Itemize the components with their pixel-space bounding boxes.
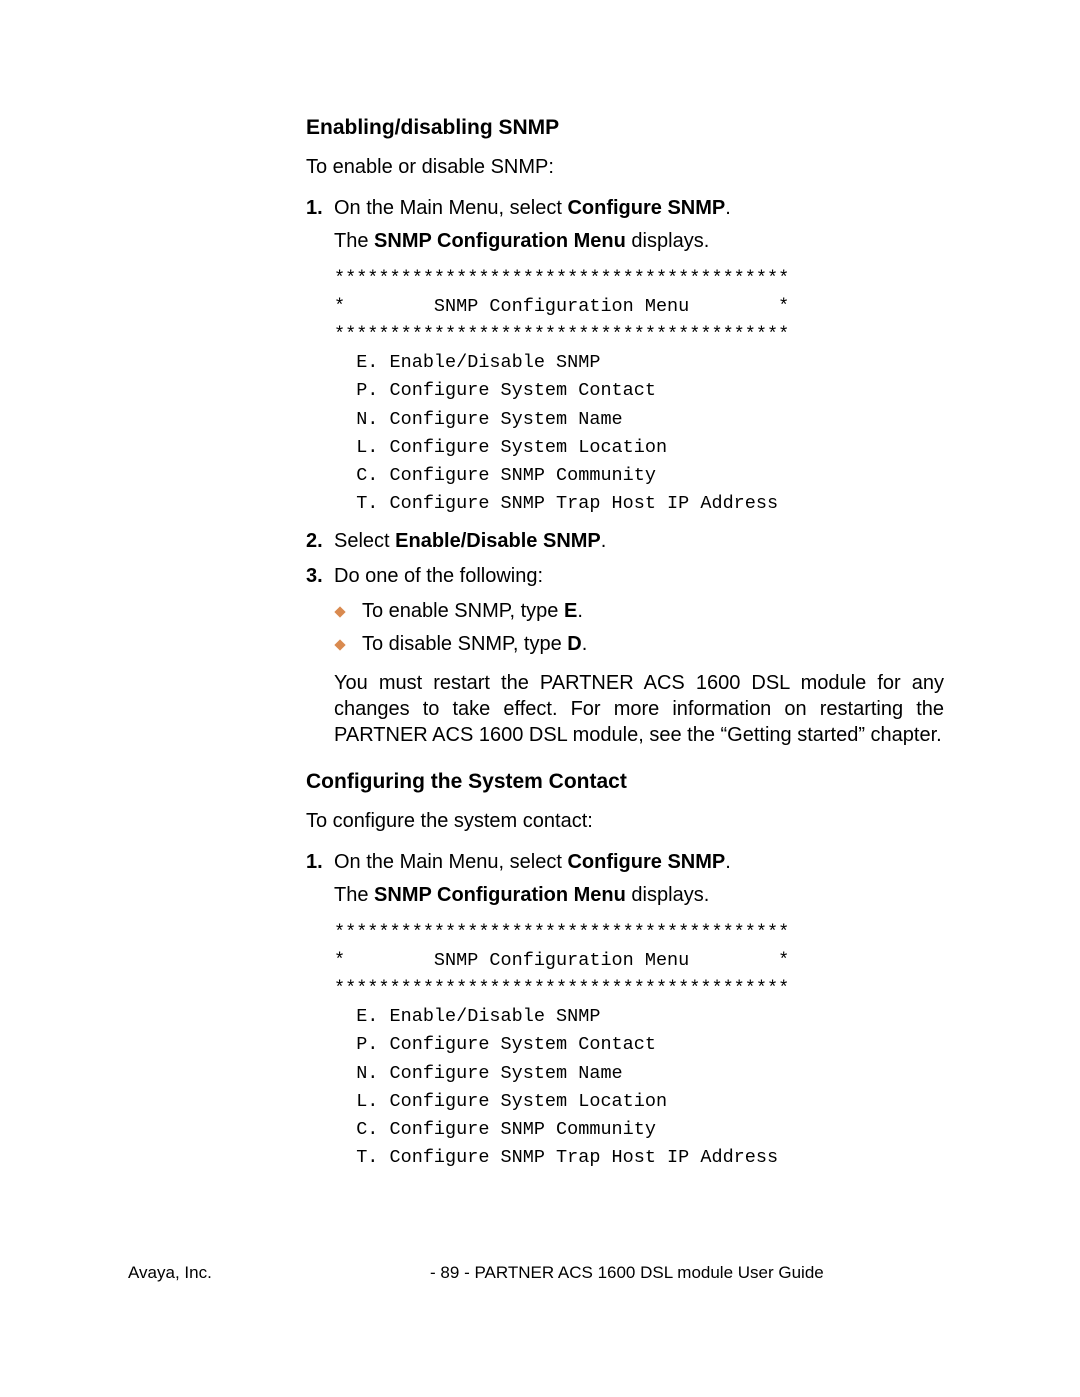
step-number: 1. [306, 195, 334, 255]
step-text-post: . [725, 851, 731, 873]
bullet-body: To disable SNMP, type D. [362, 631, 946, 658]
step-number: 1. [306, 849, 334, 909]
step-number: 2. [306, 528, 334, 555]
intro-enabling-snmp: To enable or disable SNMP: [306, 154, 946, 181]
bullet-body: To enable SNMP, type E. [362, 598, 946, 625]
step-continuation: The SNMP Configuration Menu displays. [334, 228, 946, 255]
intro-configuring-contact: To configure the system contact: [306, 808, 946, 835]
bullet1-post: . [577, 600, 583, 622]
step-body: On the Main Menu, select Configure SNMP.… [334, 849, 946, 909]
step-2-enable: 2. Select Enable/Disable SNMP. [306, 528, 946, 555]
page-content: Enabling/disabling SNMP To enable or dis… [306, 116, 946, 1182]
code-snmp-menu-1: ****************************************… [334, 265, 946, 518]
step-text-bold: Configure SNMP [567, 851, 725, 873]
step2-bold: Enable/Disable SNMP [395, 530, 601, 552]
code-snmp-menu-2: ****************************************… [334, 919, 946, 1172]
diamond-icon [334, 598, 362, 625]
cont-post: displays. [626, 884, 709, 906]
step-body: On the Main Menu, select Configure SNMP.… [334, 195, 946, 255]
step2-pre: Select [334, 530, 395, 552]
bullet-disable-d: To disable SNMP, type D. [334, 631, 946, 658]
step-body: Select Enable/Disable SNMP. [334, 528, 946, 555]
heading-enabling-snmp: Enabling/disabling SNMP [306, 116, 946, 140]
diamond-icon [334, 631, 362, 658]
step-body: Do one of the following: [334, 563, 946, 590]
cont-pre: The [334, 230, 374, 252]
step-text-post: . [725, 197, 731, 219]
heading-configuring-contact: Configuring the System Contact [306, 770, 946, 794]
step-3-enable: 3. Do one of the following: [306, 563, 946, 590]
footer-company: Avaya, Inc. [128, 1263, 212, 1283]
bullet-enable-e: To enable SNMP, type E. [334, 598, 946, 625]
bullet2-bold: D [567, 633, 581, 655]
step-continuation: The SNMP Configuration Menu displays. [334, 882, 946, 909]
cont-bold: SNMP Configuration Menu [374, 230, 626, 252]
restart-note: You must restart the PARTNER ACS 1600 DS… [334, 670, 944, 748]
cont-pre: The [334, 884, 374, 906]
bullet2-pre: To disable SNMP, type [362, 633, 567, 655]
bullet1-pre: To enable SNMP, type [362, 600, 564, 622]
step-text-pre: On the Main Menu, select [334, 851, 567, 873]
footer-page-title: - 89 - PARTNER ACS 1600 DSL module User … [212, 1263, 952, 1283]
cont-bold: SNMP Configuration Menu [374, 884, 626, 906]
step-text-bold: Configure SNMP [567, 197, 725, 219]
step-1-enable: 1. On the Main Menu, select Configure SN… [306, 195, 946, 255]
step-text-pre: On the Main Menu, select [334, 197, 567, 219]
step-1-contact: 1. On the Main Menu, select Configure SN… [306, 849, 946, 909]
step-number: 3. [306, 563, 334, 590]
bullet2-post: . [582, 633, 588, 655]
step2-post: . [601, 530, 607, 552]
bullet1-bold: E [564, 600, 577, 622]
page-footer: Avaya, Inc. - 89 - PARTNER ACS 1600 DSL … [128, 1263, 952, 1283]
cont-post: displays. [626, 230, 709, 252]
